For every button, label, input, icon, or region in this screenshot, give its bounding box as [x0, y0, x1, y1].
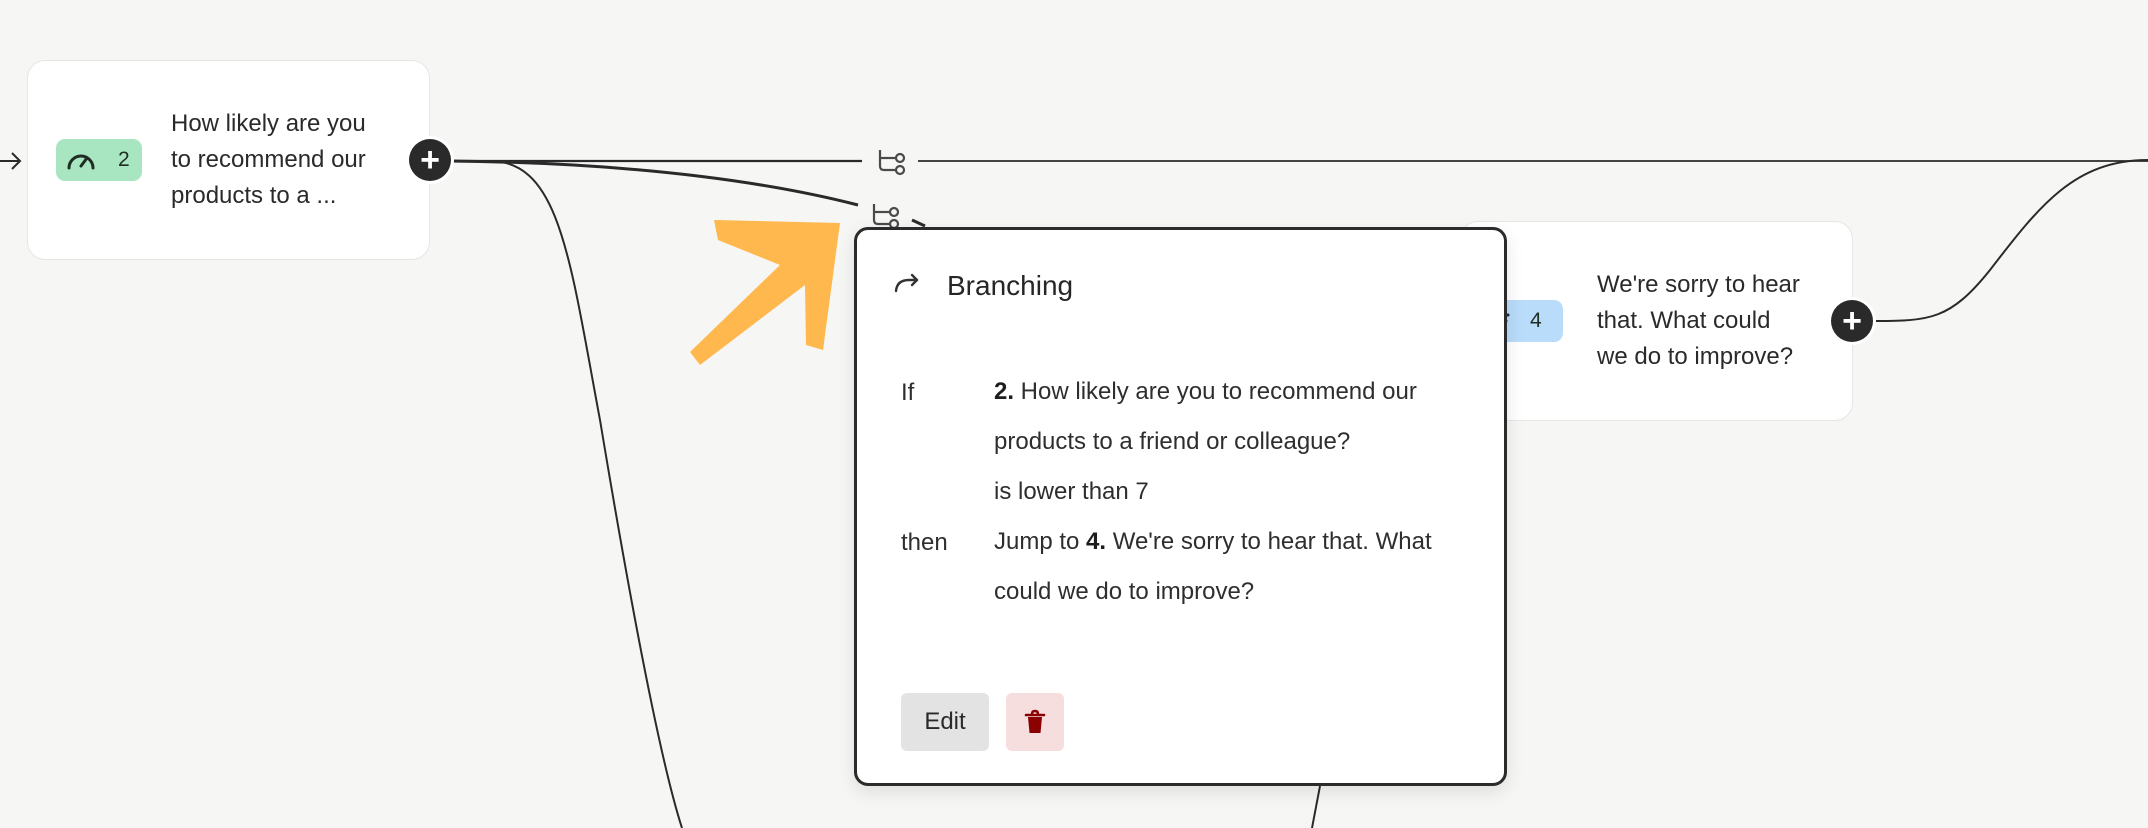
connection-line-branch-end [911, 218, 926, 228]
if-label: If [901, 379, 915, 406]
delete-button[interactable] [1006, 693, 1064, 751]
connection-line-node4 [1872, 159, 2148, 322]
question-number: 4 [1530, 309, 1542, 332]
condition-question-text: How likely are you to recommend our prod… [994, 378, 1417, 455]
branch-icon-selected[interactable] [868, 200, 902, 230]
highlight-arrow [690, 220, 840, 365]
edit-button[interactable]: Edit [901, 693, 989, 751]
action-prefix: Jump to [994, 528, 1087, 555]
gauge-icon [67, 154, 95, 170]
connection-line-branch [449, 159, 859, 207]
question-node-4[interactable]: 4 We're sorry to hear that. What could w… [1460, 221, 1853, 421]
connection-line-down [489, 160, 683, 828]
popover-title: Branching [947, 270, 1074, 301]
incoming-arrow [0, 152, 22, 170]
redirect-icon [894, 273, 919, 293]
jump-target: Jump to 4. We're sorry to hear that. Wha… [994, 517, 1484, 617]
condition-rule: is lower than 7 [994, 478, 1149, 505]
target-number: 4. [1086, 528, 1107, 555]
question-text: How likely are you to recommend our prod… [171, 110, 366, 209]
condition-number: 2. [994, 378, 1015, 405]
question-number: 2 [118, 148, 130, 171]
add-step-button[interactable]: + [1831, 300, 1873, 342]
then-label: then [901, 529, 948, 556]
branching-popover: Branching If 2. How likely are you to re… [854, 227, 1507, 786]
condition-question: 2. How likely are you to recommend our p… [994, 367, 1484, 467]
question-text: We're sorry to hear that. What could we … [1597, 271, 1800, 370]
trash-icon [1024, 709, 1046, 733]
question-node-2[interactable]: 2 How likely are you to recommend our pr… [27, 60, 430, 260]
add-step-button[interactable]: + [409, 139, 451, 181]
branch-icon[interactable] [874, 146, 908, 176]
question-badge: 2 [56, 139, 142, 181]
connection-line-down-2 [1311, 785, 1321, 828]
